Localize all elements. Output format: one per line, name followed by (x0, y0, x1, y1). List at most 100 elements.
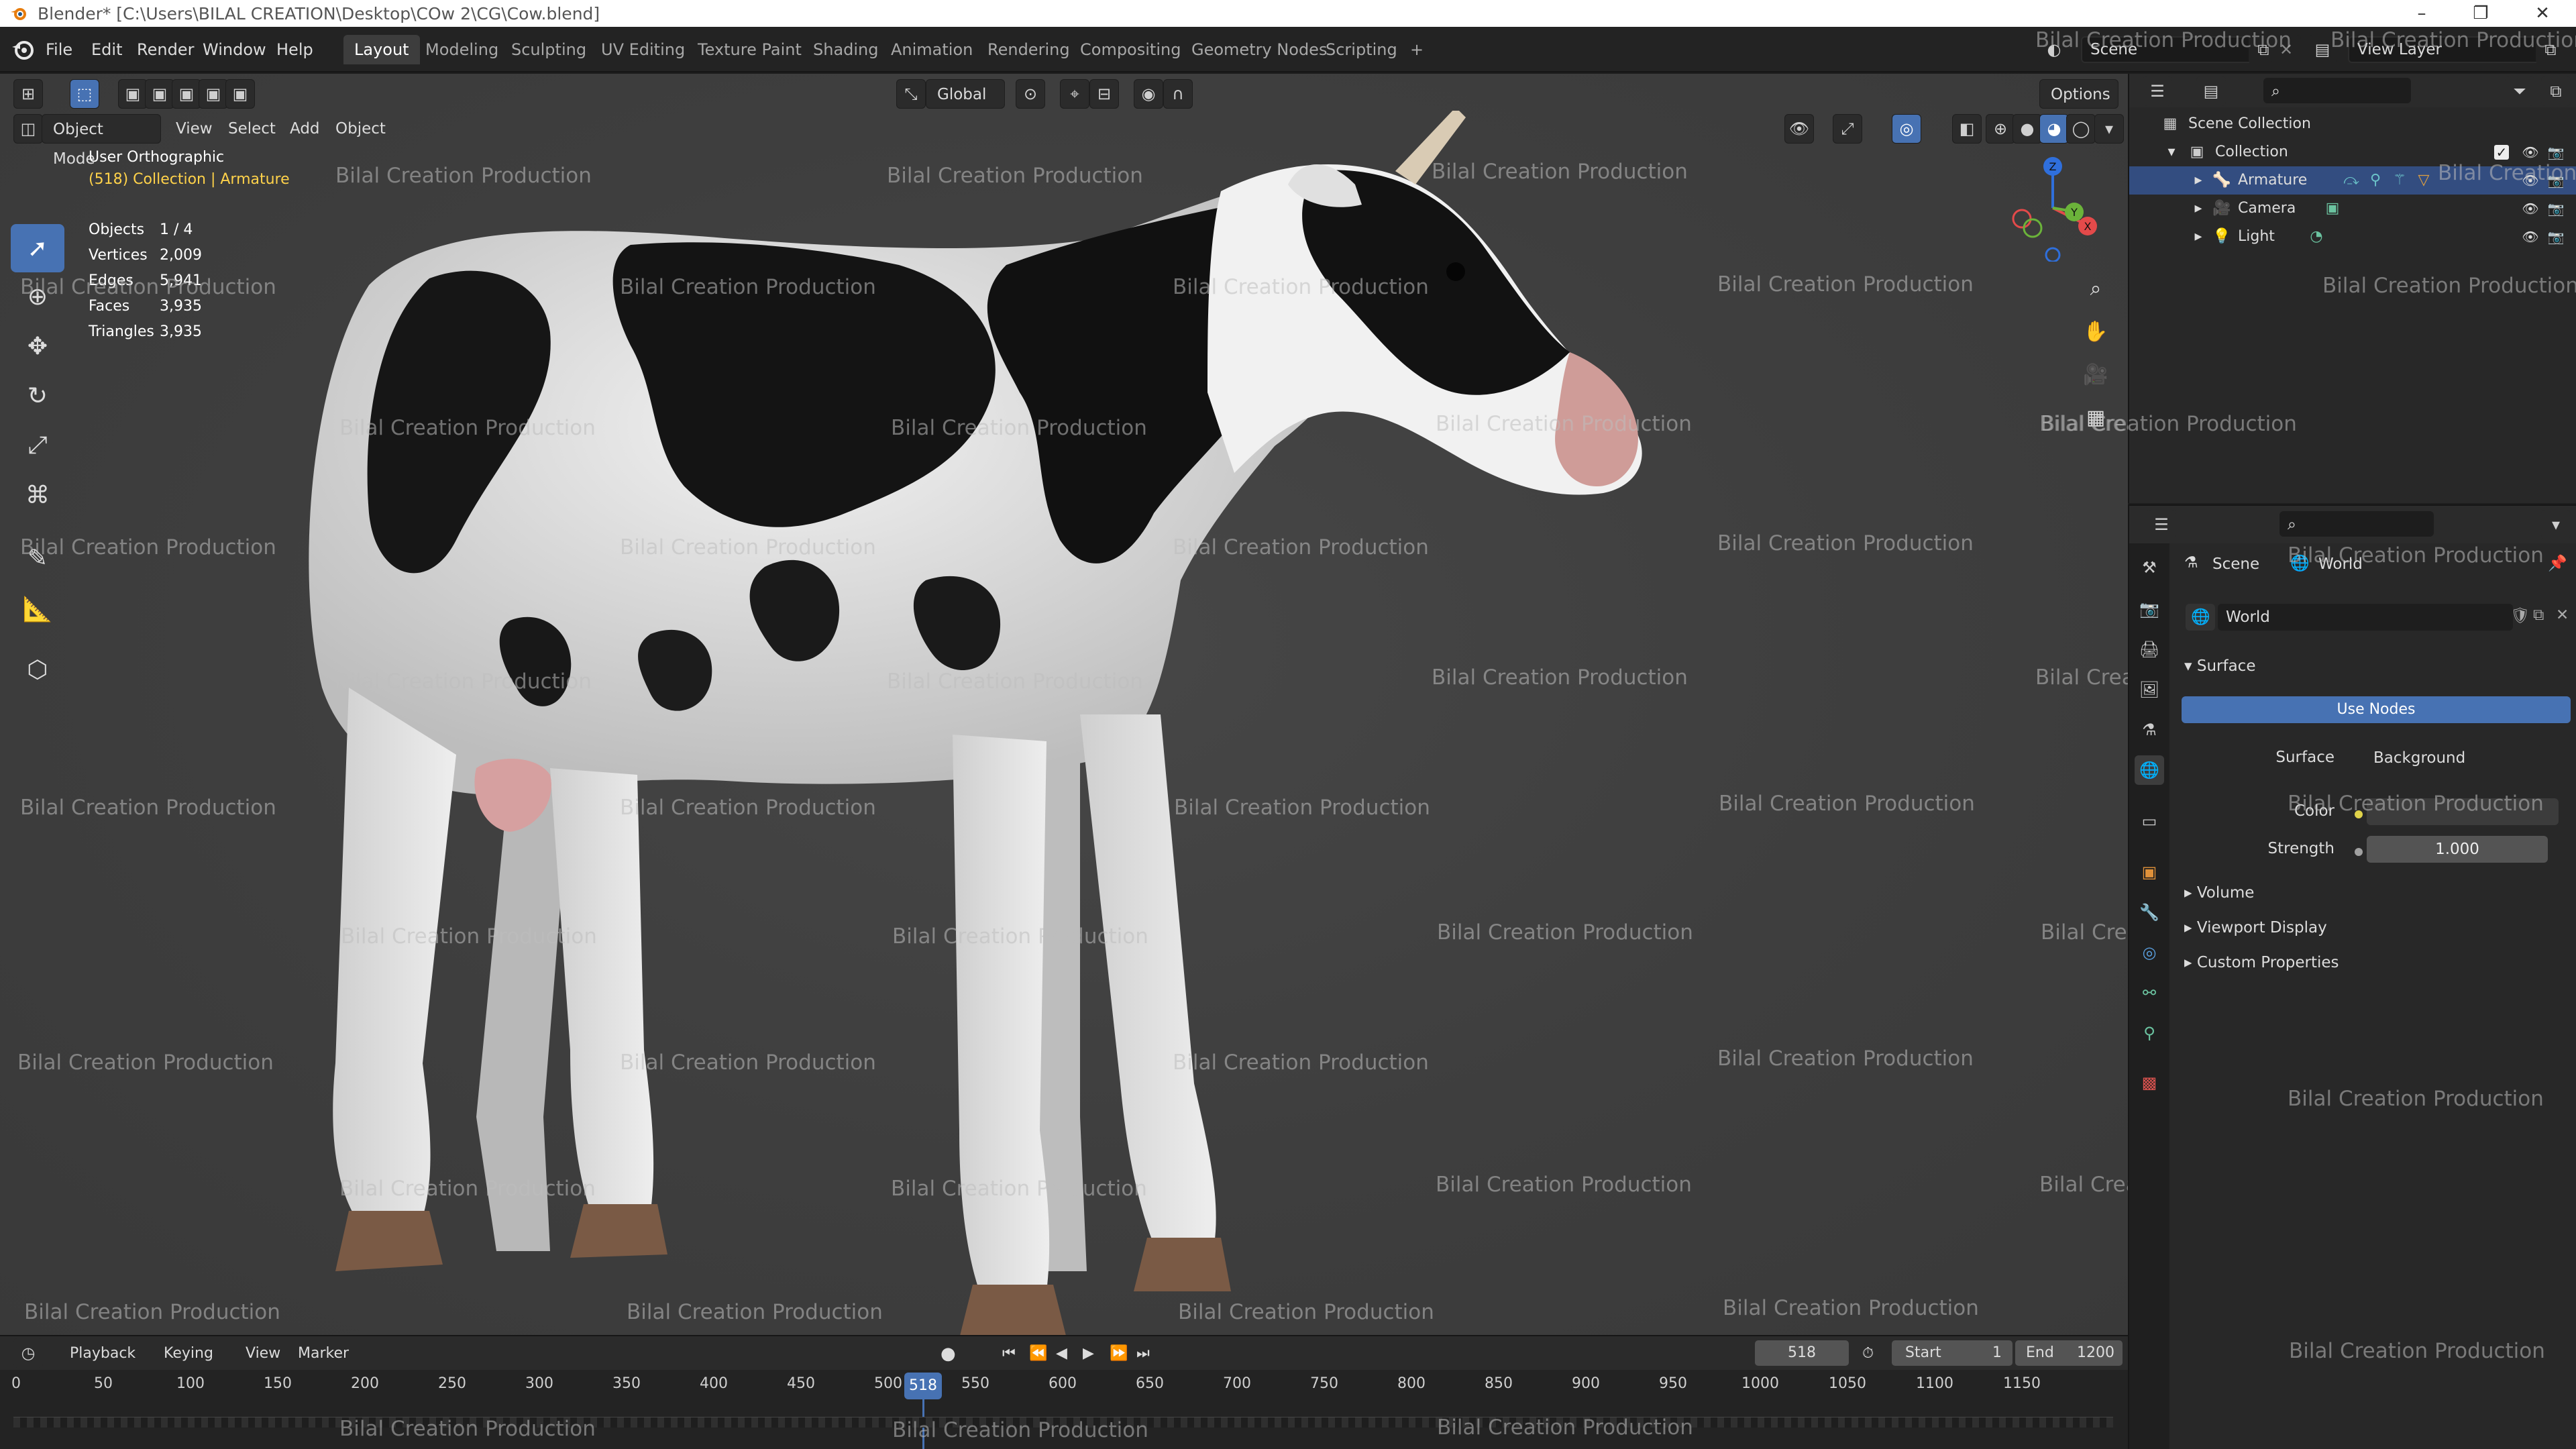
move-tool-icon[interactable]: ✥ (11, 322, 64, 370)
show-overlays-icon[interactable]: ◎ (1892, 114, 1921, 144)
viewport-menu-view[interactable]: View (176, 114, 213, 144)
breadcrumb-scene[interactable]: Scene (2212, 555, 2259, 573)
tab-animation[interactable]: Animation (880, 35, 983, 64)
tab-scripting[interactable]: Scripting (1315, 35, 1408, 64)
menu-help[interactable]: Help (276, 36, 313, 63)
frame-start-field[interactable]: Start 1 (1892, 1340, 2012, 1366)
tab-texture-paint[interactable]: Texture Paint (687, 35, 812, 64)
jump-start-icon[interactable]: ⏮ (1002, 1342, 1016, 1366)
menu-edit[interactable]: Edit (91, 36, 122, 63)
shading-options-icon[interactable]: ▾ (2094, 114, 2124, 144)
current-frame-field[interactable]: 518 (1755, 1340, 1849, 1366)
snap-toggle-icon[interactable]: ⌖ (1060, 79, 1089, 109)
world-browse-icon[interactable]: 🌐 (2186, 604, 2215, 631)
surface-shader-field[interactable]: Background (2347, 745, 2541, 771)
new-collection-icon[interactable]: ⧉ (2541, 76, 2571, 106)
3d-viewport[interactable]: ⊞ ⬚ ▣ ▣ ▣ ▣ ▣ ⤡ Global ⊙ ⌖ ⊟ ◉ ∩ Options… (0, 74, 2128, 1335)
unlink-world-icon[interactable]: ✕ (2556, 606, 2569, 624)
visibility-eye-icon[interactable]: 👁 (2521, 199, 2540, 218)
visibility-eye-icon[interactable]: 👁 (2521, 227, 2540, 246)
collapse-arrow-icon[interactable]: ▾ (2163, 144, 2180, 161)
tab-rendering[interactable]: Rendering (977, 35, 1081, 64)
tab-layout[interactable]: Layout (343, 35, 420, 64)
play-reverse-icon[interactable]: ◀ (1056, 1342, 1067, 1366)
shading-material-icon[interactable]: ◕ (2039, 114, 2069, 144)
timeline-menu-view[interactable]: View (246, 1342, 280, 1366)
outliner-row-light[interactable]: ▸ 💡 Light ◔ 👁 📷 (2129, 223, 2576, 251)
outliner-row-camera[interactable]: ▸ 🎥 Camera ▣ 👁 📷 (2129, 195, 2576, 223)
navigation-gizmo[interactable]: Z X Y (1999, 154, 2106, 262)
expand-arrow-icon[interactable]: ▸ (2190, 200, 2207, 217)
select-box-tool-icon[interactable]: ⬚ (70, 79, 99, 109)
xray-toggle-icon[interactable]: ◧ (1952, 114, 1982, 144)
transform-orientation-dropdown[interactable]: Global (926, 79, 1005, 109)
panel-volume[interactable]: ▸ Volume (2184, 884, 2254, 902)
jump-keyframe-forward-icon[interactable]: ⏩ (1110, 1342, 1128, 1366)
properties-editor[interactable]: ☰ ⌕ ▾ ⚒ 📷 🖨 🖼 ⚗ 🌐 ▭ ▣ 🔧 ◎ ⚯ ⚲ ▩ ⚗ Scene … (2128, 504, 2576, 1449)
expand-arrow-icon[interactable]: ▸ (2190, 172, 2207, 189)
timeline-menu-keying[interactable]: Keying (164, 1342, 213, 1366)
outliner-row-scene-collection[interactable]: ▦ Scene Collection (2129, 110, 2576, 138)
object-mode-dropdown[interactable]: Object Mode (42, 114, 161, 168)
preview-range-icon[interactable]: ⏱ (1862, 1342, 1874, 1366)
object-mode-icon[interactable]: ◫ (13, 114, 43, 144)
tab-uv-editing[interactable]: UV Editing (590, 35, 696, 64)
show-gizmo-icon[interactable]: ⤢ (1833, 114, 1862, 144)
scene-tab-icon[interactable]: ⚗ (2135, 715, 2164, 745)
shading-solid-icon[interactable]: ● (2012, 114, 2042, 144)
use-nodes-button[interactable]: Use Nodes (2182, 696, 2571, 723)
filter-icon[interactable]: ⏷ (2505, 76, 2534, 106)
panel-custom-properties[interactable]: ▸ Custom Properties (2184, 954, 2339, 971)
jump-keyframe-back-icon[interactable]: ⏪ (1029, 1342, 1047, 1366)
object-tab-icon[interactable]: ▣ (2135, 857, 2164, 887)
mode-subtract-selection-icon[interactable]: ▣ (172, 79, 201, 109)
measure-tool-icon[interactable]: 📐 (11, 585, 64, 633)
shading-rendered-icon[interactable]: ◯ (2066, 114, 2096, 144)
timeline-menu-marker[interactable]: Marker (298, 1342, 349, 1366)
display-mode-icon[interactable]: ▤ (2196, 76, 2226, 106)
proportional-falloff-icon[interactable]: ∩ (1163, 79, 1193, 109)
tab-shading[interactable]: Shading (802, 35, 890, 64)
world-name-field[interactable]: World (2218, 604, 2513, 631)
tool-tab-icon[interactable]: ⚒ (2135, 553, 2164, 582)
mode-invert-selection-icon[interactable]: ▣ (225, 79, 255, 109)
render-camera-icon[interactable]: 📷 (2546, 227, 2565, 246)
mode-extend-selection-icon[interactable]: ▣ (145, 79, 174, 109)
render-tab-icon[interactable]: 📷 (2135, 594, 2164, 624)
add-cube-tool-icon[interactable]: ⬡ (11, 645, 64, 694)
object-visibility-icon[interactable]: 👁 (1784, 114, 1814, 144)
render-camera-icon[interactable]: 📷 (2546, 199, 2565, 218)
physics-tab-icon[interactable]: ◎ (2135, 938, 2164, 967)
options-dropdown[interactable]: Options (2039, 79, 2118, 109)
frame-ruler[interactable]: 0 50 100 150 200 250 300 350 400 450 500… (0, 1375, 2128, 1402)
maximize-button[interactable]: ❐ (2447, 0, 2514, 27)
panel-surface-header[interactable]: ▾ Surface (2184, 657, 2255, 675)
tab-modeling[interactable]: Modeling (415, 35, 509, 64)
minimize-button[interactable]: – (2388, 0, 2455, 27)
jump-end-icon[interactable]: ⏭ (1136, 1342, 1150, 1366)
outliner-search-input[interactable]: ⌕ (2263, 78, 2411, 103)
add-workspace-button[interactable]: + (1399, 35, 1434, 64)
strength-field[interactable]: 1.000 (2367, 836, 2548, 863)
timeline-editor[interactable]: ◷ Playback Keying View Marker ● ⏮ ⏪ ◀ ▶ … (0, 1335, 2128, 1449)
render-camera-icon[interactable]: 📷 (2546, 143, 2565, 162)
visibility-eye-icon[interactable]: 👁 (2521, 143, 2540, 162)
menu-render[interactable]: Render (137, 36, 194, 63)
zoom-icon[interactable]: ⌕ (2077, 270, 2114, 307)
mode-intersect-selection-icon[interactable]: ▣ (199, 79, 228, 109)
expand-arrow-icon[interactable]: ▸ (2190, 228, 2207, 246)
properties-editor-type-icon[interactable]: ☰ (2147, 510, 2176, 539)
fake-user-icon[interactable]: 🛡 (2510, 606, 2530, 625)
collection-tab-icon[interactable]: ▭ (2135, 806, 2164, 836)
editor-type-icon[interactable]: ⊞ (13, 79, 43, 109)
modifiers-tab-icon[interactable]: 🔧 (2135, 898, 2164, 927)
new-world-icon[interactable]: ⧉ (2533, 606, 2544, 624)
transform-orientation-icon[interactable]: ⤡ (896, 79, 926, 109)
frame-end-field[interactable]: End 1200 (2015, 1340, 2123, 1366)
exclude-checkbox[interactable]: ✓ (2494, 145, 2509, 160)
cow-model[interactable] (255, 111, 1704, 1335)
camera-view-icon[interactable]: 🎥 (2077, 356, 2114, 393)
auto-keying-icon[interactable]: ● (941, 1342, 956, 1366)
playhead[interactable]: 518 (904, 1373, 942, 1399)
transform-tool-icon[interactable]: ⌘ (11, 471, 64, 519)
